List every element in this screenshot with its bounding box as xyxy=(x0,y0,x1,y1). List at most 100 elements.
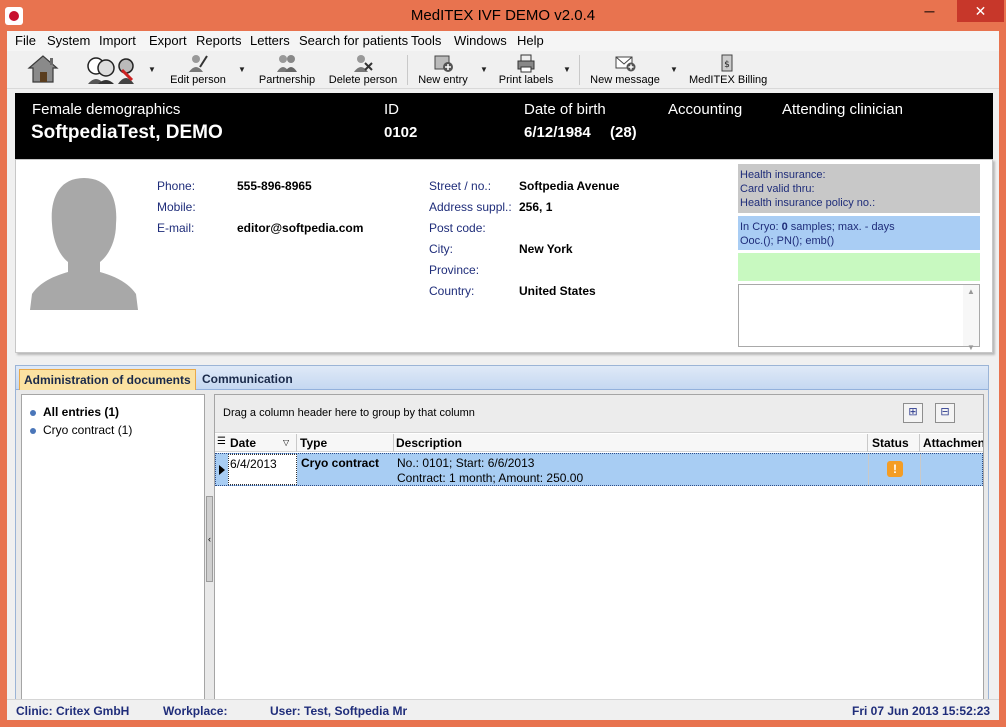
dob-label: Date of birth xyxy=(524,101,606,118)
edit-person-dropdown-arrow[interactable]: ▼ xyxy=(238,65,246,74)
postcode-label: Post code: xyxy=(429,221,486,235)
new-entry-button[interactable]: New entry xyxy=(414,51,472,89)
column-header-date[interactable]: Date xyxy=(230,436,256,450)
panel-splitter[interactable]: ‹ xyxy=(206,496,213,582)
focused-cell[interactable]: 6/4/2013 xyxy=(228,454,297,485)
menu-export[interactable]: Export xyxy=(149,33,187,48)
patient-name: SoftpediaTest, DEMO xyxy=(31,122,223,143)
patients-dropdown-arrow[interactable]: ▼ xyxy=(148,65,156,74)
cell-description-line-1: No.: 0101; Start: 6/6/2013 xyxy=(397,456,535,470)
street-value: Softpedia Avenue xyxy=(519,179,620,193)
new-message-button[interactable]: New message xyxy=(587,51,663,89)
cryo-prefix: In Cryo: xyxy=(740,221,782,233)
column-header-attachments[interactable]: Attachments xyxy=(923,436,983,450)
new-message-dropdown-arrow[interactable]: ▼ xyxy=(670,65,678,74)
home-icon xyxy=(27,55,59,83)
phone-label: Phone: xyxy=(157,179,196,193)
street-label: Street / no.: xyxy=(429,179,492,193)
address-suppl-label: Address suppl.: xyxy=(429,200,512,214)
menu-windows[interactable]: Windows xyxy=(454,33,507,48)
new-message-label: New message xyxy=(590,74,660,86)
toolbar-separator xyxy=(579,55,580,85)
cryo-status-box[interactable]: In Cryo: 0 samples; max. - days Ooc.(); … xyxy=(738,216,980,250)
cell-description-line-2: Contract: 1 month; Amount: 250.00 xyxy=(397,471,584,485)
column-chooser-icon[interactable]: ☰ xyxy=(217,436,226,447)
row-indicator-icon xyxy=(219,465,225,475)
column-separator xyxy=(868,454,869,485)
print-labels-dropdown-arrow[interactable]: ▼ xyxy=(563,65,571,74)
health-insurance-label: Health insurance: xyxy=(740,169,826,181)
tab-communication[interactable]: Communication xyxy=(198,369,297,390)
collapse-all-button[interactable]: ⊟ xyxy=(935,403,955,423)
group-by-hint: Drag a column header here to group by th… xyxy=(223,407,475,419)
cell-type: Cryo contract xyxy=(301,456,380,470)
column-separator xyxy=(296,434,297,452)
email-value[interactable]: editor@softpedia.com xyxy=(237,221,363,235)
mobile-label: Mobile: xyxy=(157,200,196,214)
notes-scrollbar[interactable]: ▲ ▼ xyxy=(963,285,979,352)
print-labels-button[interactable]: Print labels xyxy=(497,51,555,89)
column-header-description[interactable]: Description xyxy=(396,436,462,450)
tab-administration-of-documents[interactable]: Administration of documents xyxy=(19,369,196,390)
partnership-button[interactable]: Partnership xyxy=(255,51,319,89)
menu-tools[interactable]: Tools xyxy=(411,33,441,48)
tree-item-label: Cryo contract (1) xyxy=(43,423,133,437)
column-header-status[interactable]: Status xyxy=(872,436,909,450)
status-datetime: Fri 07 Jun 2013 15:52:23 xyxy=(852,704,991,718)
menu-reports[interactable]: Reports xyxy=(196,33,242,48)
patient-dob: 6/12/1984 xyxy=(524,124,591,141)
menu-search-patients[interactable]: Search for patients xyxy=(299,33,408,48)
new-entry-label: New entry xyxy=(418,74,468,86)
id-label: ID xyxy=(384,101,399,118)
cryo-line-2: Ooc.(); PN(); emb() xyxy=(740,235,835,247)
bullet-icon xyxy=(30,427,36,434)
title-bar: MedITEX IVF DEMO v2.0.4 ─ ✕ xyxy=(0,0,1006,31)
partnership-icon xyxy=(277,55,297,72)
status-user: User: Test, Softpedia Mr xyxy=(270,704,408,718)
patient-age: (28) xyxy=(610,124,637,141)
patient-id: 0102 xyxy=(384,124,418,141)
patient-header: Female demographics SoftpediaTest, DEMO … xyxy=(15,93,993,159)
menu-import[interactable]: Import xyxy=(99,33,136,48)
health-insurance-box[interactable]: Health insurance: Card valid thru: Healt… xyxy=(738,164,980,213)
edit-person-button[interactable]: Edit person xyxy=(167,51,229,89)
group-by-panel[interactable]: Drag a column header here to group by th… xyxy=(215,395,983,433)
warning-status-icon[interactable]: ! xyxy=(887,461,903,477)
status-green-box[interactable] xyxy=(738,253,980,281)
menu-letters[interactable]: Letters xyxy=(250,33,290,48)
edit-person-label: Edit person xyxy=(170,74,226,86)
notes-textarea[interactable]: ▲ ▼ xyxy=(738,284,980,352)
cryo-line-1: In Cryo: 0 samples; max. - days xyxy=(740,220,980,234)
patients-button[interactable] xyxy=(81,51,143,89)
window-title: MedITEX IVF DEMO v2.0.4 xyxy=(410,7,596,24)
menu-system[interactable]: System xyxy=(47,33,90,48)
meditex-billing-button[interactable]: $ MedITEX Billing xyxy=(689,51,767,89)
menu-bar: File System Import Export Reports Letter… xyxy=(7,31,999,51)
home-button[interactable] xyxy=(23,51,63,89)
tree-item-cryo-contract[interactable]: Cryo contract (1) xyxy=(30,423,132,437)
print-labels-label: Print labels xyxy=(498,74,554,86)
toolbar: ▼ Edit person ▼ Partnership Delete perso… xyxy=(7,51,999,89)
expand-all-button[interactable]: ⊞ xyxy=(903,403,923,423)
menu-file[interactable]: File xyxy=(15,33,36,48)
menu-help[interactable]: Help xyxy=(517,33,544,48)
delete-person-button[interactable]: Delete person xyxy=(327,51,399,89)
tree-item-all-entries[interactable]: All entries (1) xyxy=(30,405,119,419)
attending-clinician-label[interactable]: Attending clinician xyxy=(782,101,903,118)
accounting-label[interactable]: Accounting xyxy=(668,101,742,118)
column-separator xyxy=(393,434,394,452)
printer-icon xyxy=(517,54,535,73)
grid-header: ☰ Date ▽ Type Description Status Attachm… xyxy=(215,434,983,452)
delete-person-icon xyxy=(354,55,373,72)
status-clinic: Clinic: Critex GmbH xyxy=(16,704,130,718)
column-header-type[interactable]: Type xyxy=(300,436,327,450)
new-entry-dropdown-arrow[interactable]: ▼ xyxy=(480,65,488,74)
minimize-button[interactable]: ─ xyxy=(915,0,944,22)
close-button[interactable]: ✕ xyxy=(957,0,1004,22)
column-separator xyxy=(920,454,921,485)
address-suppl-value: 256, 1 xyxy=(519,200,553,214)
tab-strip: Administration of documents Communicatio… xyxy=(16,366,988,390)
country-label: Country: xyxy=(429,284,475,298)
table-row[interactable]: 6/4/2013 Cryo contract No.: 0101; Start:… xyxy=(215,453,983,486)
status-workplace: Workplace: xyxy=(163,704,228,718)
